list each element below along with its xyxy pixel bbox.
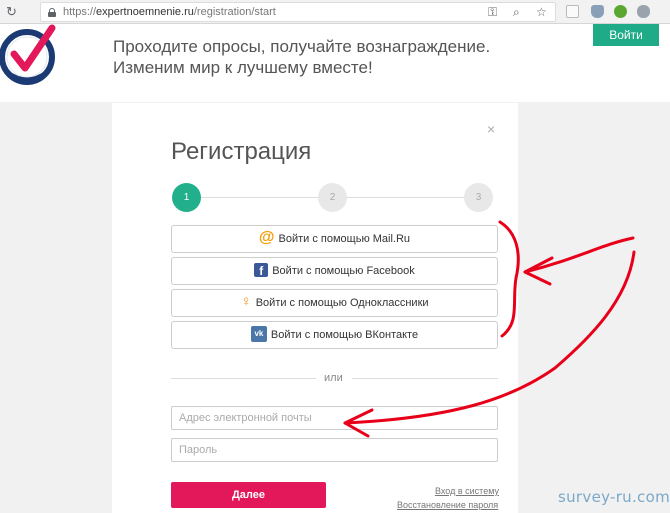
odnoklassniki-login-label: Войти с помощью Одноклассники	[255, 297, 429, 309]
next-button[interactable]: Далее	[171, 482, 326, 508]
odnoklassniki-login-button[interactable]: ♀ Войти с помощью Одноклассники	[171, 289, 498, 317]
site-header: Проходите опросы, получайте вознагражден…	[0, 24, 670, 102]
mailru-login-label: Войти с помощью Mail.Ru	[278, 233, 411, 245]
tagline-line-1: Проходите опросы, получайте вознагражден…	[113, 37, 491, 56]
vkontakte-icon: vk	[250, 326, 267, 343]
step-3: 3	[464, 183, 493, 212]
green-extension-icon[interactable]	[614, 5, 627, 18]
key-icon[interactable]: ⚿	[488, 5, 497, 19]
shield-extension-icon[interactable]	[591, 5, 604, 18]
email-input[interactable]	[171, 406, 498, 430]
divider-label: или	[324, 372, 343, 384]
zoom-icon[interactable]: ⌕	[513, 5, 520, 19]
vkontakte-login-button[interactable]: vk Войти с помощью ВКонтакте	[171, 321, 498, 349]
browser-toolbar: ↻ https://expertnoemnenie.ru/registratio…	[0, 0, 670, 24]
gray-extension-icon[interactable]	[637, 5, 650, 18]
odnoklassniki-icon: ♀	[240, 293, 252, 311]
tagline-line-2: Изменим мир к лучшему вместе!	[113, 58, 373, 77]
watermark: survey-ru.com	[558, 488, 670, 506]
page: ↻ https://expertnoemnenie.ru/registratio…	[0, 0, 670, 513]
password-input[interactable]	[171, 438, 498, 462]
vkontakte-login-label: Войти с помощью ВКонтакте	[270, 329, 419, 341]
bookmark-star-icon[interactable]: ☆	[536, 5, 547, 19]
url-text: https://expertnoemnenie.ru/registration/…	[63, 6, 276, 18]
divider-left	[171, 378, 316, 379]
facebook-login-button[interactable]: f Войти с помощью Facebook	[171, 257, 498, 285]
mailru-icon: @	[258, 228, 275, 246]
header-login-button[interactable]: Войти	[593, 24, 659, 46]
reload-icon[interactable]: ↻	[6, 3, 17, 21]
modal-title: Регистрация	[171, 138, 312, 165]
logo-icon	[0, 24, 56, 85]
step-1: 1	[172, 183, 201, 212]
login-link[interactable]: Вход в систему	[435, 486, 499, 496]
address-bar[interactable]: https://expertnoemnenie.ru/registration/…	[40, 2, 556, 22]
tagline: Проходите опросы, получайте вознагражден…	[113, 36, 490, 78]
step-2: 2	[318, 183, 347, 212]
facebook-icon: f	[254, 263, 269, 278]
close-icon[interactable]: ×	[487, 122, 495, 136]
lock-icon	[48, 8, 56, 17]
extension-icon[interactable]	[566, 5, 579, 18]
password-recovery-link[interactable]: Восстановление пароля	[397, 500, 498, 510]
facebook-login-label: Войти с помощью Facebook	[272, 265, 415, 277]
divider-right	[352, 378, 498, 379]
mailru-login-button[interactable]: @ Войти с помощью Mail.Ru	[171, 225, 498, 253]
